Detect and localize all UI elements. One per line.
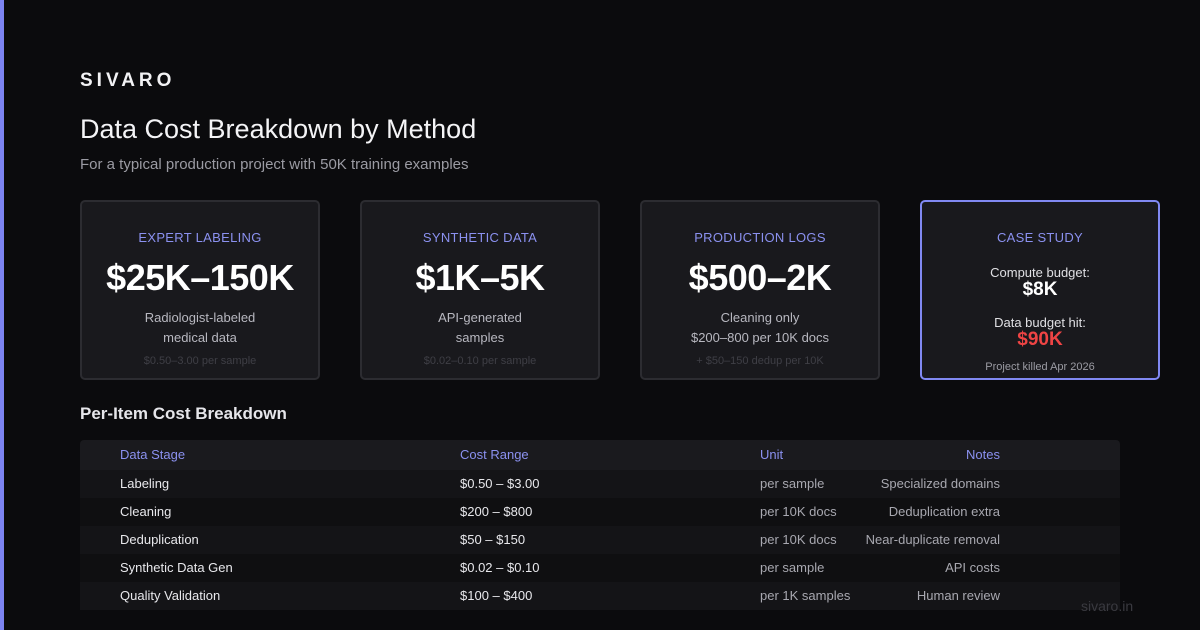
header-unit: Unit: [760, 447, 784, 462]
cell-stage: Cleaning: [120, 504, 172, 519]
cell-cost: $0.02 – $0.10: [460, 560, 540, 575]
card-label: PRODUCTION LOGS: [694, 230, 826, 245]
cell-stage: Deduplication: [120, 532, 199, 547]
card-desc-line: medical data: [163, 330, 237, 345]
cell-unit: per 1K samples: [760, 588, 851, 603]
data-budget-value: $90K: [1017, 329, 1063, 350]
card-value: $25K–150K: [106, 257, 294, 298]
page-title: Data Cost Breakdown by Method: [80, 114, 477, 144]
card-label: SYNTHETIC DATA: [422, 230, 538, 245]
cell-cost: $100 – $400: [460, 588, 533, 603]
footer-url: sivaro.in: [1081, 598, 1134, 614]
header-notes: Notes: [966, 447, 1000, 462]
card-desc-line: Cleaning only: [720, 310, 800, 325]
page-subtitle: For a typical production project with 50…: [80, 156, 469, 173]
case-study-footnote: Project killed Apr 2026: [985, 361, 1095, 373]
card-label: CASE STUDY: [996, 230, 1084, 245]
table-row: Quality Validation $100 – $400 per 1K sa…: [80, 582, 1120, 610]
card-description: Radiologist-labeled medical data: [82, 308, 318, 348]
cell-stage: Labeling: [120, 476, 170, 491]
cell-notes: Near-duplicate removal: [865, 532, 1000, 547]
compute-budget-label: Compute budget:: [990, 265, 1090, 280]
cell-unit: per sample: [760, 560, 825, 575]
compute-budget-value: $8K: [1022, 279, 1058, 300]
data-budget-label: Data budget hit:: [994, 315, 1086, 330]
cell-cost: $200 – $800: [460, 504, 533, 519]
card-footnote: $0.02–0.10 per sample: [423, 355, 537, 367]
cell-unit: per sample: [760, 476, 825, 491]
card-description: API-generated samples: [362, 308, 598, 348]
accent-bar: [0, 0, 4, 630]
card-desc-line: samples: [455, 330, 505, 345]
header-cost-range: Cost Range: [460, 447, 529, 462]
cell-unit: per 10K docs: [760, 504, 837, 519]
card-desc-line: $200–800 per 10K docs: [690, 330, 830, 345]
table-row: Deduplication $50 – $150 per 10K docs Ne…: [80, 526, 1120, 554]
cost-table: Data Stage Cost Range Unit Notes Labelin…: [80, 440, 1120, 610]
card-value: $1K–5K: [415, 257, 545, 298]
section-title: Per-Item Cost Breakdown: [80, 404, 287, 423]
cell-stage: Quality Validation: [120, 588, 221, 603]
card-footnote: $0.50–3.00 per sample: [143, 355, 257, 367]
cell-notes: API costs: [945, 560, 1000, 575]
card-expert-labeling: EXPERT LABELING $25K–150K Radiologist-la…: [80, 200, 320, 380]
cell-cost: $0.50 – $3.00: [460, 476, 540, 491]
card-production-logs: PRODUCTION LOGS $500–2K Cleaning only $2…: [640, 200, 880, 380]
card-label: EXPERT LABELING: [138, 230, 262, 245]
card-value: $500–2K: [688, 257, 832, 298]
table-row: Synthetic Data Gen $0.02 – $0.10 per sam…: [80, 554, 1120, 582]
card-desc-line: API-generated: [438, 310, 522, 325]
cell-notes: Human review: [916, 588, 1000, 603]
cell-notes: Specialized domains: [880, 476, 1000, 491]
card-desc-line: Radiologist-labeled: [144, 310, 256, 325]
cell-notes: Deduplication extra: [888, 504, 1000, 519]
card-description: Cleaning only $200–800 per 10K docs: [642, 308, 878, 348]
table-header-row: Data Stage Cost Range Unit Notes: [80, 440, 1120, 470]
header-data-stage: Data Stage: [120, 447, 186, 462]
card-footnote: + $50–150 dedup per 10K: [696, 355, 824, 367]
brand-logo: SIVARO: [80, 70, 176, 91]
cell-unit: per 10K docs: [760, 532, 837, 547]
cell-stage: Synthetic Data Gen: [120, 560, 233, 575]
card-synthetic-data: SYNTHETIC DATA $1K–5K API-generated samp…: [360, 200, 600, 380]
table-row: Labeling $0.50 – $3.00 per sample Specia…: [80, 470, 1120, 498]
cell-cost: $50 – $150: [460, 532, 526, 547]
card-case-study: CASE STUDY Compute budget: $8K Data budg…: [920, 200, 1160, 380]
table-row: Cleaning $200 – $800 per 10K docs Dedupl…: [80, 498, 1120, 526]
